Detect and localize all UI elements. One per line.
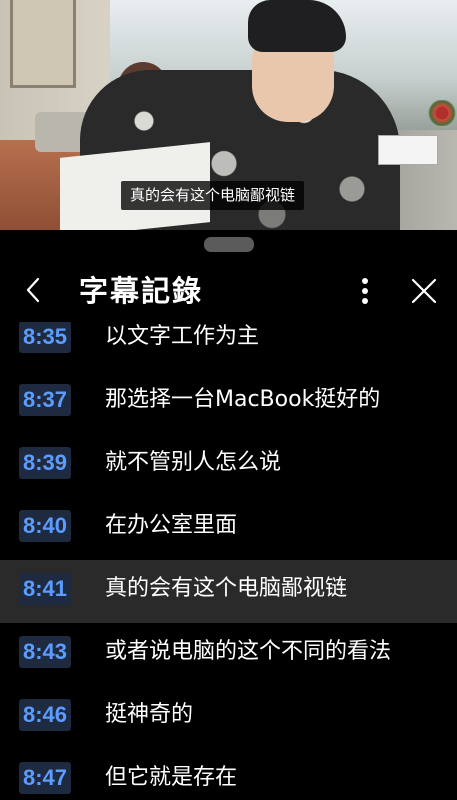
timestamp[interactable]: 8:46	[19, 699, 72, 731]
subtitle-list[interactable]: 8:35 以文字工作为主 8:37 那选择一台MacBook挺好的 8:39 就…	[0, 322, 457, 800]
subtitle-row[interactable]: 8:47 但它就是存在	[0, 749, 457, 800]
timestamp[interactable]: 8:37	[19, 384, 72, 416]
subtitle-text: 真的会有这个电脑鄙视链	[105, 576, 348, 601]
panel-title: 字幕記錄	[79, 274, 204, 308]
subtitle-row-active[interactable]: 8:41 真的会有这个电脑鄙视链	[0, 560, 457, 623]
subtitle-text: 那选择一台MacBook挺好的	[105, 387, 381, 412]
video-subtitle: 真的会有这个电脑鄙视链	[121, 181, 305, 210]
subtitle-row[interactable]: 8:35 以文字工作为主	[0, 322, 457, 371]
background-flower	[428, 100, 456, 126]
timestamp[interactable]: 8:40	[19, 510, 72, 542]
subtitle-text: 但它就是存在	[105, 765, 238, 790]
timestamp[interactable]: 8:35	[19, 322, 72, 353]
subtitle-row[interactable]: 8:46 挺神奇的	[0, 686, 457, 749]
subtitle-history-panel: 字幕記錄 8:35 以文字工作为主 8:37 那选择一台MacBook挺好的 8…	[0, 230, 457, 800]
subtitle-text: 以文字工作为主	[105, 324, 260, 349]
subtitle-row[interactable]: 8:39 就不管别人怎么说	[0, 434, 457, 497]
subtitle-text: 或者说电脑的这个不同的看法	[105, 639, 392, 664]
timestamp[interactable]: 8:47	[19, 762, 72, 794]
subtitle-text: 就不管别人怎么说	[105, 450, 282, 475]
subtitle-row[interactable]: 8:40 在办公室里面	[0, 497, 457, 560]
timestamp[interactable]: 8:41	[19, 573, 72, 605]
drag-handle[interactable]	[204, 237, 254, 252]
timestamp[interactable]: 8:39	[19, 447, 72, 479]
subtitle-text: 挺神奇的	[105, 702, 194, 727]
presenter-hat	[248, 0, 346, 52]
close-icon[interactable]	[410, 277, 438, 305]
panel-header: 字幕記錄	[0, 265, 457, 317]
timestamp[interactable]: 8:43	[19, 636, 72, 668]
vertical-ellipsis-icon[interactable]	[356, 275, 374, 307]
subtitle-row[interactable]: 8:43 或者说电脑的这个不同的看法	[0, 623, 457, 686]
background-frame	[10, 0, 76, 88]
subtitle-row[interactable]: 8:37 那选择一台MacBook挺好的	[0, 371, 457, 434]
chevron-left-icon[interactable]	[22, 275, 46, 305]
subtitle-text: 在办公室里面	[105, 513, 238, 538]
background-sign	[378, 135, 438, 165]
video-player[interactable]: 真的会有这个电脑鄙视链	[0, 0, 457, 230]
